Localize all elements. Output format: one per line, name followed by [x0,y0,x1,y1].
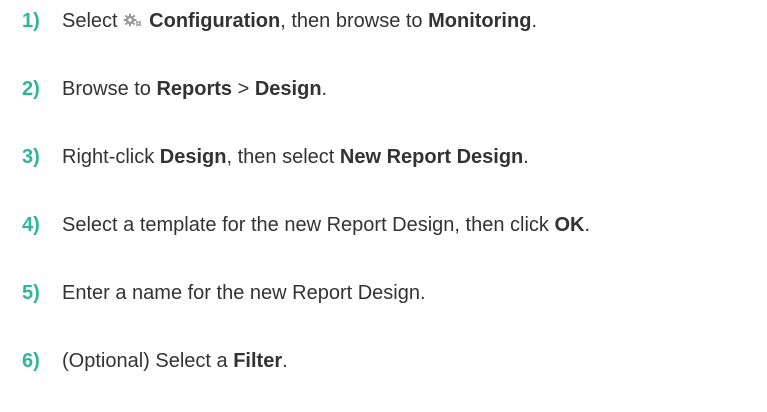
filter-label: Filter [233,350,283,372]
step-text: Enter a name for the new Report Design. [62,278,426,308]
step-text: Select Configuration, then browse to Mon… [62,6,537,36]
step-text-plain: (Optional) Select a [62,350,234,372]
step-text: Right-click Design, then select New Repo… [62,142,529,172]
procedure-steps: 1) Select Configuration, then browse to … [0,0,767,412]
step-number: 2) [22,78,40,100]
new-report-design-label: New Report Design [339,146,524,168]
step-text-plain: . [282,350,288,372]
step-text-plain: , then select [226,146,340,168]
step-2: 2) Browse to Reports > Design. [22,74,327,104]
design-label: Design [159,146,227,168]
step-number: 3) [22,146,40,168]
step-text-plain: Browse to [62,78,157,100]
configuration-label: Configuration [149,10,281,32]
step-text: Select a template for the new Report Des… [62,210,590,240]
reports-label: Reports [156,78,233,100]
step-text-plain: . [321,78,328,100]
step-text-plain: Select [62,10,124,32]
design-label: Design [254,78,322,100]
step-text-plain: Enter a name for the new Report Design. [62,282,426,304]
step-text-plain: , then browse to [280,10,429,32]
step-text: Browse to Reports > Design. [62,74,327,104]
gear-icon [123,7,143,27]
step-5: 5) Enter a name for the new Report Desig… [22,278,426,308]
path-separator: > [232,78,255,100]
ok-label: OK [554,214,585,236]
step-4: 4) Select a template for the new Report … [22,210,590,240]
monitoring-label: Monitoring [428,10,532,32]
step-3: 3) Right-click Design, then select New R… [22,142,529,172]
step-text-plain: Right-click [62,146,160,168]
step-text-plain: Select a template for the new Report Des… [62,214,555,236]
step-text: (Optional) Select a Filter. [62,346,288,376]
step-text-plain: . [531,10,537,32]
step-1: 1) Select Configuration, then browse to … [22,6,537,36]
step-number: 5) [22,282,40,304]
step-text-plain: . [523,146,529,168]
step-number: 1) [22,10,40,32]
step-text-plain: . [584,214,591,236]
step-number: 6) [22,350,40,372]
step-6: 6) (Optional) Select a Filter. [22,346,288,376]
step-number: 4) [22,214,40,236]
